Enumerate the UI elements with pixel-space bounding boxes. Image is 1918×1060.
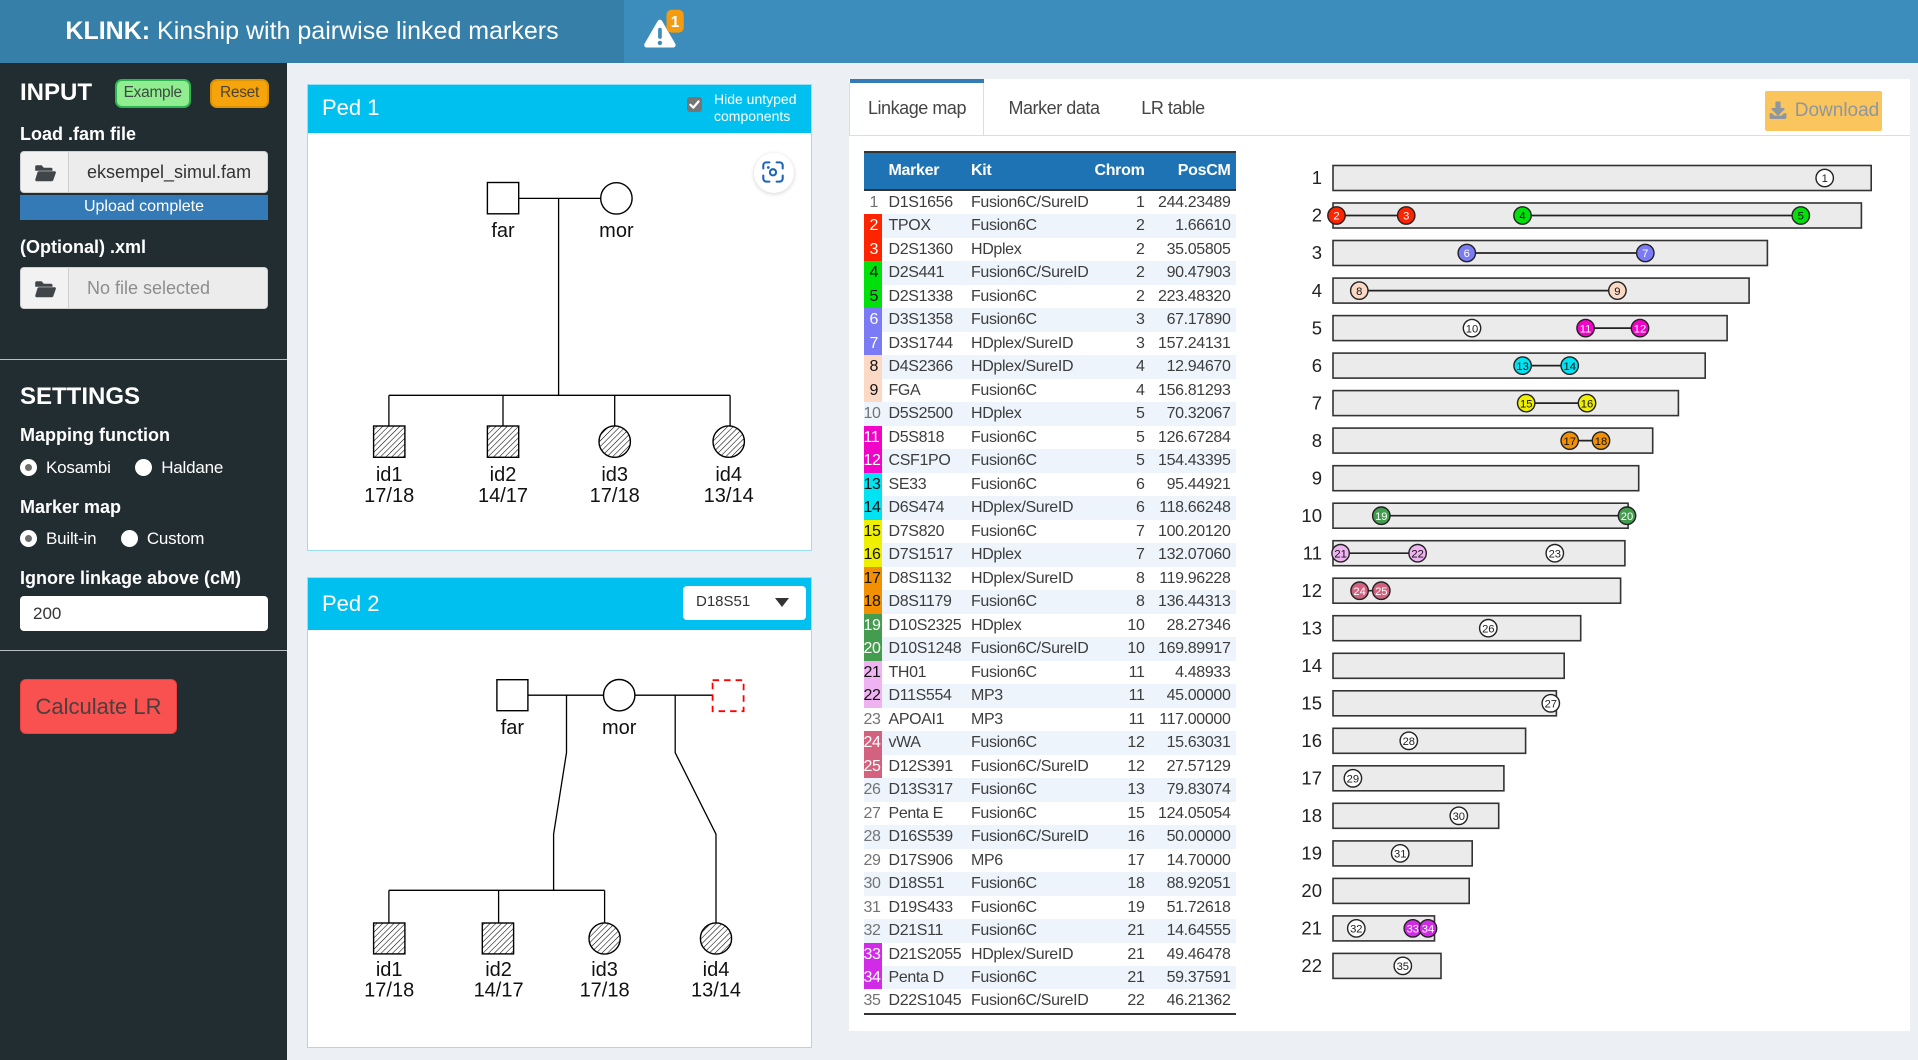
svg-text:3: 3 — [1403, 211, 1409, 223]
svg-text:13: 13 — [1301, 617, 1322, 638]
svg-text:24: 24 — [1353, 586, 1365, 598]
svg-text:id2: id2 — [490, 464, 517, 486]
svg-text:6: 6 — [1464, 248, 1470, 260]
svg-text:14/17: 14/17 — [478, 485, 528, 507]
svg-text:27: 27 — [1545, 699, 1557, 711]
svg-text:10: 10 — [1466, 323, 1478, 335]
svg-text:16: 16 — [1581, 398, 1593, 410]
svg-text:9: 9 — [1614, 286, 1620, 298]
svg-text:id3: id3 — [591, 959, 618, 981]
svg-text:9: 9 — [1312, 467, 1322, 488]
svg-text:17/18: 17/18 — [580, 979, 630, 1001]
svg-text:15: 15 — [1301, 693, 1322, 714]
svg-text:13: 13 — [1516, 361, 1528, 373]
svg-text:33: 33 — [1407, 924, 1419, 936]
svg-text:7: 7 — [1312, 392, 1322, 413]
svg-text:id4: id4 — [715, 464, 742, 486]
svg-text:id1: id1 — [376, 959, 403, 981]
svg-text:17/18: 17/18 — [364, 485, 414, 507]
svg-text:14: 14 — [1563, 361, 1575, 373]
svg-text:8: 8 — [1356, 286, 1362, 298]
svg-text:id4: id4 — [703, 959, 730, 981]
svg-text:5: 5 — [1312, 317, 1322, 338]
svg-text:13/14: 13/14 — [704, 485, 754, 507]
svg-text:11: 11 — [1580, 323, 1592, 335]
svg-text:18: 18 — [1595, 436, 1607, 448]
svg-text:14: 14 — [1301, 655, 1322, 676]
svg-text:21: 21 — [1334, 548, 1346, 560]
svg-text:17: 17 — [1301, 768, 1322, 789]
svg-text:8: 8 — [1312, 430, 1322, 451]
svg-text:1: 1 — [671, 14, 680, 31]
svg-text:12: 12 — [1301, 580, 1322, 601]
svg-text:19: 19 — [1301, 843, 1322, 864]
svg-text:12: 12 — [1634, 323, 1646, 335]
svg-text:4: 4 — [1312, 280, 1322, 301]
svg-text:25: 25 — [1375, 586, 1387, 598]
svg-text:2: 2 — [1333, 211, 1339, 223]
svg-text:22: 22 — [1411, 548, 1423, 560]
svg-text:20: 20 — [1301, 880, 1322, 901]
svg-text:30: 30 — [1453, 811, 1465, 823]
svg-text:id2: id2 — [485, 959, 512, 981]
svg-text:28: 28 — [1403, 736, 1415, 748]
svg-text:22: 22 — [1301, 955, 1322, 976]
svg-text:17/18: 17/18 — [364, 979, 414, 1001]
svg-text:5: 5 — [1798, 211, 1804, 223]
svg-text:32: 32 — [1350, 924, 1362, 936]
svg-text:14/17: 14/17 — [474, 979, 524, 1001]
svg-text:18: 18 — [1301, 805, 1322, 826]
svg-text:31: 31 — [1394, 849, 1406, 861]
svg-text:17: 17 — [1563, 436, 1575, 448]
svg-text:1: 1 — [1822, 173, 1828, 185]
svg-text:35: 35 — [1397, 961, 1409, 973]
svg-text:34: 34 — [1422, 924, 1434, 936]
svg-text:20: 20 — [1621, 511, 1633, 523]
svg-text:29: 29 — [1347, 774, 1359, 786]
svg-text:15: 15 — [1520, 398, 1532, 410]
svg-text:3: 3 — [1312, 242, 1322, 263]
svg-text:mor: mor — [602, 717, 637, 739]
svg-text:mor: mor — [599, 220, 634, 242]
svg-text:6: 6 — [1312, 355, 1322, 376]
svg-text:id3: id3 — [601, 464, 628, 486]
svg-text:16: 16 — [1301, 730, 1322, 751]
svg-text:2: 2 — [1312, 205, 1322, 226]
svg-text:far: far — [501, 717, 525, 739]
svg-text:4: 4 — [1519, 211, 1525, 223]
svg-text:19: 19 — [1375, 511, 1387, 523]
svg-text:far: far — [491, 220, 515, 242]
svg-text:11: 11 — [1303, 542, 1322, 563]
svg-text:1: 1 — [1312, 167, 1322, 188]
svg-text:21: 21 — [1301, 918, 1322, 939]
svg-text:23: 23 — [1549, 548, 1561, 560]
svg-text:13/14: 13/14 — [691, 979, 741, 1001]
svg-text:26: 26 — [1482, 623, 1494, 635]
svg-text:17/18: 17/18 — [590, 485, 640, 507]
svg-text:10: 10 — [1301, 505, 1322, 526]
svg-text:7: 7 — [1642, 248, 1648, 260]
svg-text:id1: id1 — [376, 464, 403, 486]
